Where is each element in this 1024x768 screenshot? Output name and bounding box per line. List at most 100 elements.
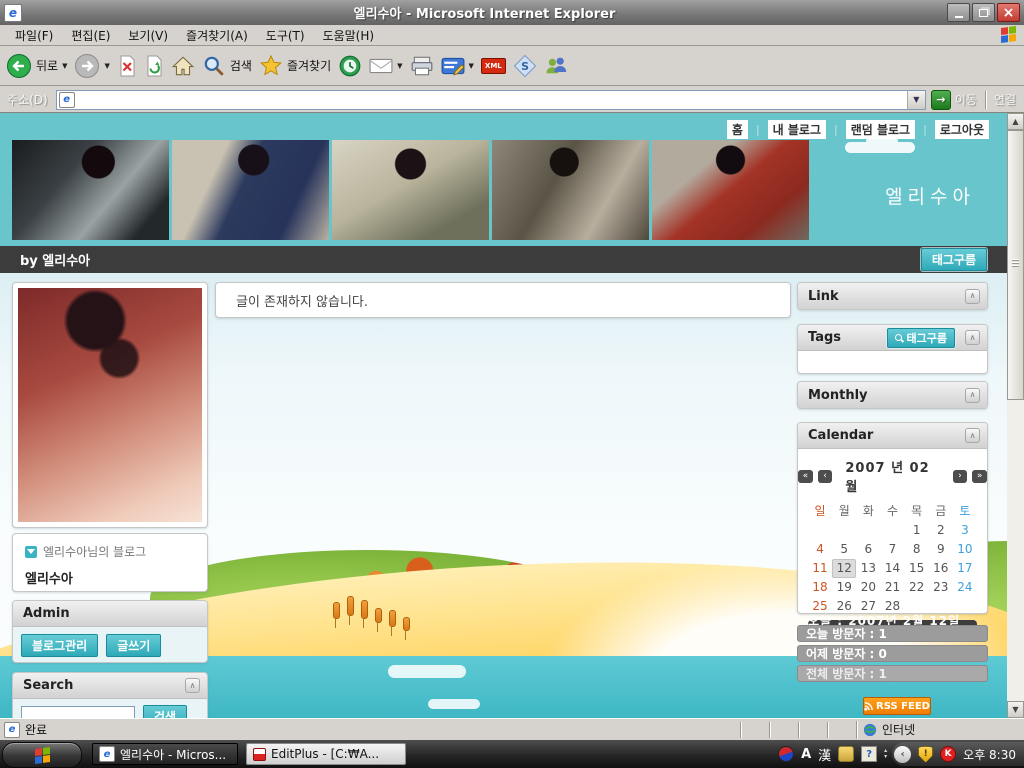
xml-button[interactable]: XML — [481, 58, 506, 74]
menu-view[interactable]: 보기(V) — [119, 25, 177, 46]
forward-dropdown-icon[interactable]: ▼ — [104, 62, 109, 70]
minimize-button[interactable] — [947, 3, 970, 22]
collapse-icon[interactable]: ∧ — [185, 678, 200, 693]
history-button[interactable] — [338, 54, 362, 78]
ime-help-icon[interactable] — [861, 746, 877, 762]
next-month-button[interactable]: › — [953, 470, 968, 483]
window-title: 엘리수아 - Microsoft Internet Explorer — [22, 3, 947, 22]
scroll-up-button[interactable]: ▲ — [1007, 113, 1024, 130]
blog-s-button[interactable]: S — [513, 54, 537, 78]
close-button[interactable] — [997, 3, 1020, 22]
no-posts-message: 글이 존재하지 않습니다. — [236, 291, 368, 310]
mail-dropdown-icon[interactable]: ▼ — [397, 62, 402, 70]
landscape-reeds — [333, 596, 410, 619]
menu-favorites[interactable]: 즐겨찾기(A) — [177, 25, 257, 46]
zone-label: 인터넷 — [882, 721, 915, 738]
collapse-icon[interactable]: ∧ — [965, 388, 980, 403]
ime-english-indicator[interactable]: A — [801, 747, 811, 762]
back-dropdown-icon[interactable]: ▼ — [62, 62, 67, 70]
security-shield-icon[interactable] — [918, 746, 933, 763]
admin-title: Admin — [23, 606, 200, 621]
status-pane — [798, 722, 827, 738]
status-pane — [769, 722, 798, 738]
home-icon — [171, 55, 195, 77]
ime-toolbar-icon[interactable] — [838, 746, 854, 762]
total-visitors: 전체 방문자 : 1 — [797, 665, 988, 682]
menu-edit[interactable]: 편집(E) — [62, 25, 119, 46]
search-title: Search — [23, 678, 185, 693]
address-field[interactable]: ▼ — [56, 90, 926, 110]
prev-year-button[interactable]: « — [798, 470, 813, 483]
back-button[interactable]: 뒤로 ▼ — [6, 53, 67, 79]
tagcloud-button[interactable]: 태그구름 — [921, 248, 987, 271]
today-visitors: 오늘 방문자 : 1 — [797, 625, 988, 642]
ime-options-icon[interactable]: ▴▾ — [884, 748, 887, 760]
calendar-section: Calendar ∧ « ‹ 2007 년 02 월 › » 일월 화수 목금 … — [797, 422, 988, 614]
nav-home-link[interactable]: 홈 — [727, 120, 748, 139]
ime-hanja-indicator[interactable]: 漢 — [818, 745, 831, 764]
refresh-button[interactable] — [144, 54, 164, 78]
nav-myblog-link[interactable]: 내 블로그 — [768, 120, 826, 139]
collapse-icon[interactable]: ∧ — [965, 428, 980, 443]
title-bar: 엘리수아 - Microsoft Internet Explorer — [0, 0, 1024, 25]
korean-ime-icon[interactable] — [778, 746, 794, 762]
nav-logout-link[interactable]: 로그아웃 — [935, 120, 989, 139]
rss-icon — [864, 702, 873, 711]
calendar-week-3: 11 12 1314 1516 17 — [798, 559, 987, 578]
go-button[interactable]: → 이동 — [931, 90, 977, 110]
messenger-button[interactable] — [544, 54, 568, 78]
edit-button[interactable]: ▼ — [441, 56, 474, 76]
vertical-scrollbar[interactable]: ▲ ▼ — [1007, 113, 1024, 718]
profile-photo-frame — [12, 282, 208, 528]
blog-title: 엘리수아 — [885, 182, 975, 209]
mail-button[interactable]: ▼ — [369, 57, 402, 75]
address-bar: 주소(D) ▼ → 이동 연결 — [0, 87, 1024, 113]
hide-tray-icons-button[interactable] — [894, 746, 911, 763]
search-input[interactable] — [21, 706, 135, 719]
menu-tools[interactable]: 도구(T) — [257, 25, 314, 46]
profile-box: 엘리수아님의 블로그 엘리수아 — [12, 533, 208, 592]
system-tray: A 漢 ▴▾ 오후 8:30 — [778, 740, 1024, 768]
scrollbar-thumb[interactable] — [1007, 130, 1024, 400]
next-year-button[interactable]: » — [972, 470, 987, 483]
monthly-title: Monthly — [808, 388, 965, 403]
calendar-day-headers: 일월 화수 목금 토 — [798, 502, 987, 521]
rss-feed-button[interactable]: RSS FEED — [863, 697, 931, 715]
start-button[interactable] — [2, 742, 82, 768]
search-submit-button[interactable]: 검색 — [143, 705, 187, 718]
write-post-button[interactable]: 글쓰기 — [106, 634, 161, 657]
header-photo-strip — [12, 140, 809, 240]
address-input[interactable] — [75, 91, 907, 109]
print-button[interactable] — [410, 56, 434, 76]
edit-dropdown-icon[interactable]: ▼ — [469, 62, 474, 70]
cloud-decoration — [428, 699, 480, 709]
taskbar-item-editplus[interactable]: EditPlus - [C:₩A... — [246, 743, 406, 765]
forward-button[interactable]: ▼ — [74, 53, 109, 79]
favorites-button[interactable]: 즐겨찾기 — [259, 54, 331, 78]
scroll-down-button[interactable]: ▼ — [1007, 701, 1024, 718]
link-section: Link ∧ — [797, 282, 988, 310]
blog-manage-button[interactable]: 블로그관리 — [21, 634, 98, 657]
stop-button[interactable] — [117, 54, 137, 78]
tray-app-icon[interactable] — [940, 746, 956, 762]
home-button[interactable] — [171, 55, 195, 77]
taskbar: 엘리수아 - Micros... EditPlus - [C:₩A... A 漢… — [0, 740, 1024, 768]
collapse-icon[interactable]: ∧ — [965, 289, 980, 304]
mail-icon — [369, 57, 393, 75]
restore-button[interactable] — [972, 3, 995, 22]
header-photo-3 — [332, 140, 489, 240]
tags-tagcloud-button[interactable]: 태그구름 — [887, 328, 955, 348]
menu-help[interactable]: 도움말(H) — [314, 25, 384, 46]
back-icon — [6, 53, 32, 79]
links-toolbar-label[interactable]: 연결 — [994, 91, 1020, 108]
print-icon — [410, 56, 434, 76]
collapse-icon[interactable]: ∧ — [965, 330, 980, 345]
menu-file[interactable]: 파일(F) — [6, 25, 62, 46]
search-button[interactable]: 검색 — [202, 54, 252, 78]
byline-text: by 엘리수아 — [20, 250, 921, 269]
nav-randomblog-link[interactable]: 랜덤 블로그 — [846, 120, 915, 139]
prev-month-button[interactable]: ‹ — [818, 470, 833, 483]
address-dropdown-icon[interactable]: ▼ — [907, 91, 925, 109]
browser-window: 엘리수아 - Microsoft Internet Explorer 파일(F)… — [0, 0, 1024, 768]
taskbar-item-ie[interactable]: 엘리수아 - Micros... — [92, 743, 238, 765]
